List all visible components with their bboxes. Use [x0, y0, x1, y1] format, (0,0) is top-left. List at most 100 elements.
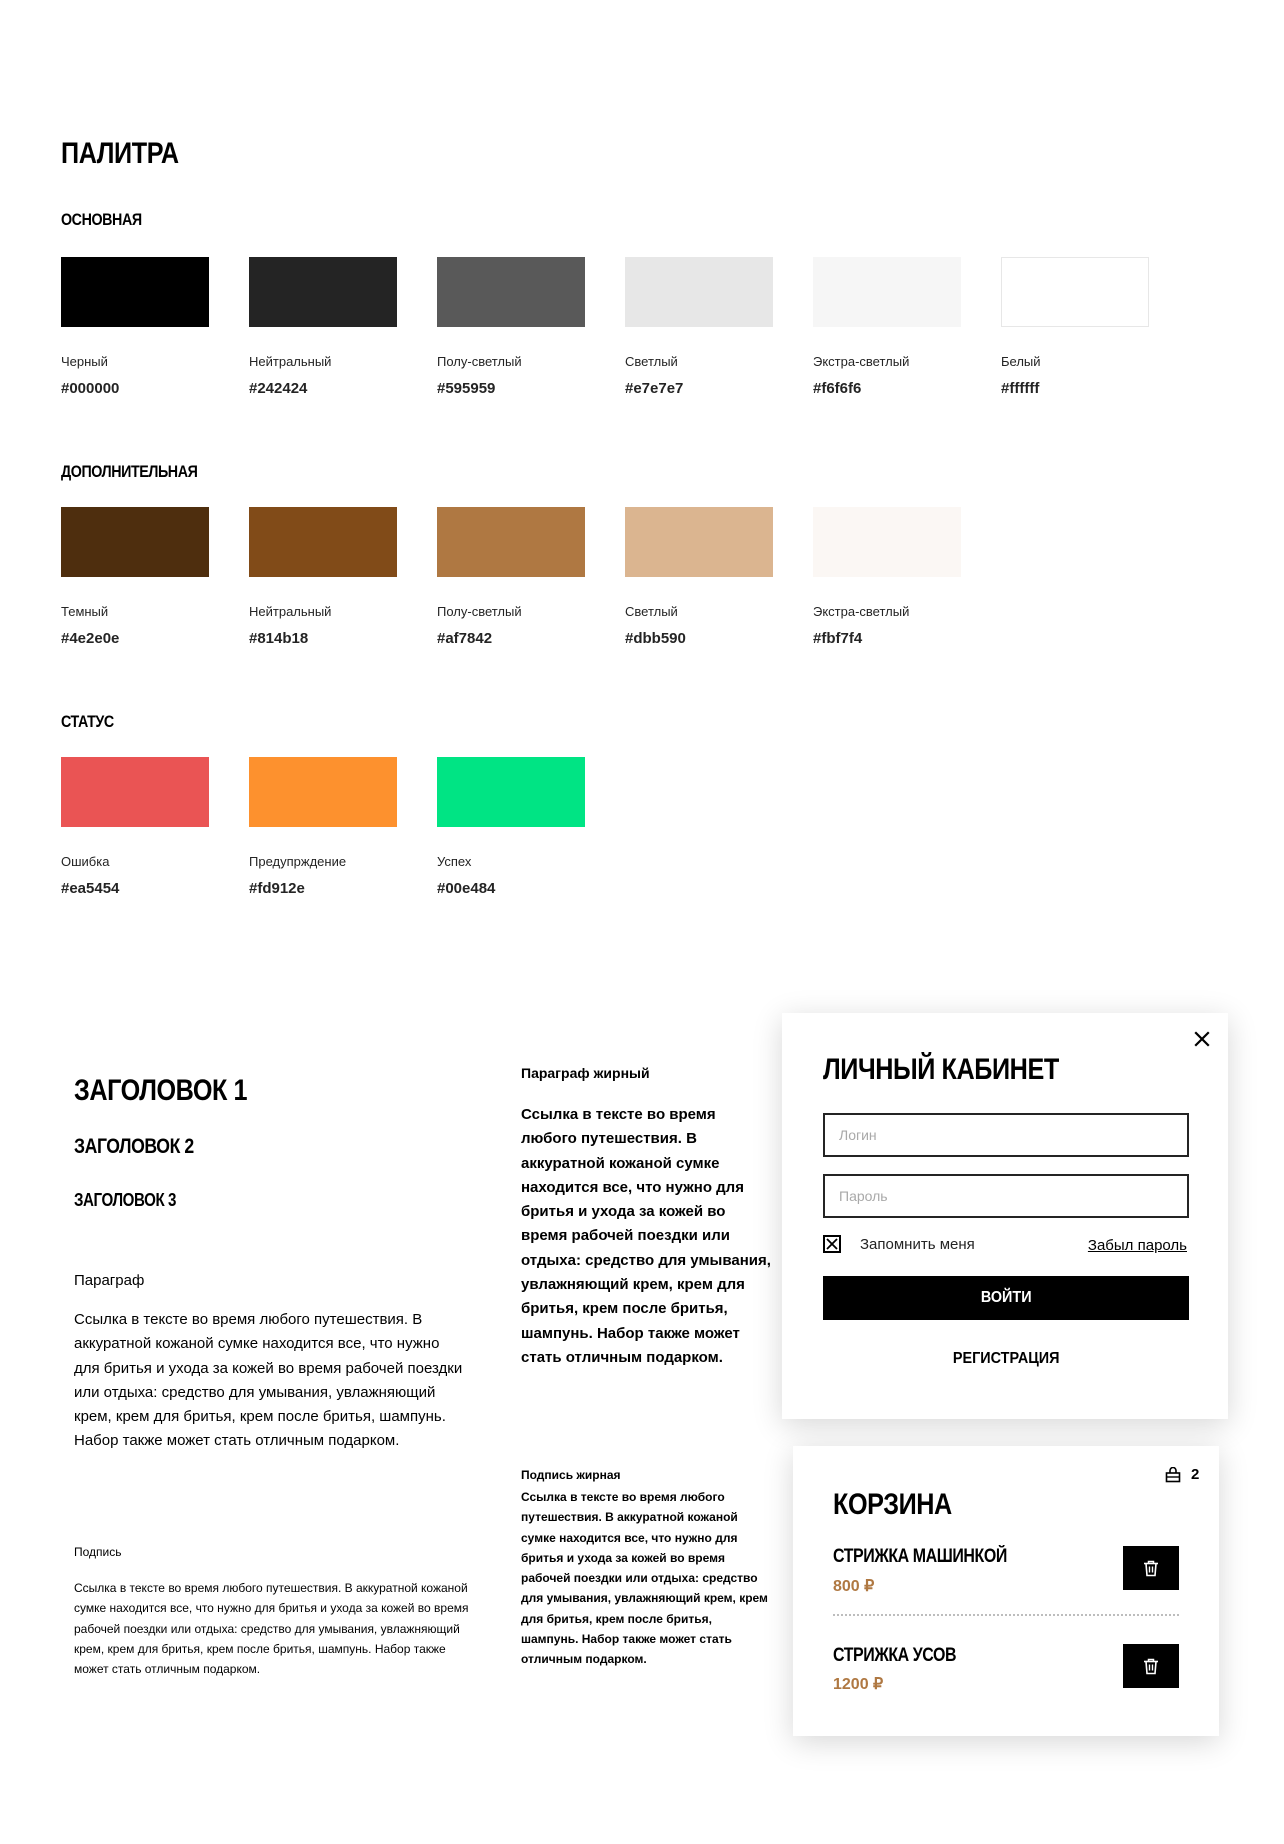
color-swatch: Нейтральный #814b18	[249, 507, 397, 648]
color-swatch: Предупрждение #fd912e	[249, 757, 397, 898]
cart-item-name: Стрижка машинкой	[833, 1546, 1007, 1567]
color-swatch: Темный #4e2e0e	[61, 507, 209, 648]
remember-me-label: Запомнить меня	[860, 1235, 975, 1253]
color-swatch: Полу-светлый #595959	[437, 257, 585, 398]
caption-sample: Ссылка в тексте во время любого путешест…	[74, 1581, 469, 1677]
login-modal: Личный кабинет Запомнить меня Забыл паро…	[782, 1013, 1228, 1419]
heading-2-sample: Заголовок 2	[74, 1135, 194, 1158]
color-swatch-box	[625, 257, 773, 327]
color-swatch-hex: #f6f6f6	[813, 380, 862, 397]
bold-paragraph-sample: Ссылка в тексте во время любого путешест…	[521, 1106, 771, 1366]
login-title: Личный кабинет	[823, 1053, 1059, 1086]
color-swatch-name: Экстра-светлый	[813, 604, 910, 619]
paragraph-label: Параграф	[74, 1272, 145, 1289]
group-title-extra: Дополнительная	[61, 462, 198, 481]
color-swatch-hex: #ffffff	[1001, 380, 1040, 397]
color-swatch-box	[813, 257, 961, 327]
cart-count: 2	[1191, 1466, 1200, 1483]
color-swatch-hex: #814b18	[249, 630, 309, 647]
remember-me-checkbox[interactable]	[823, 1235, 841, 1253]
swatch-row-extra: Темный #4e2e0e Нейтральный #814b18 Полу-свет…	[61, 507, 1001, 648]
color-swatch-name: Светлый	[625, 354, 678, 369]
cart-item-price: 800 ₽	[833, 1578, 875, 1595]
color-swatch: Белый #ffffff	[1001, 257, 1149, 398]
trash-icon	[1144, 1658, 1158, 1674]
color-swatch-name: Предупрждение	[249, 854, 347, 869]
color-swatch: Экстра-светлый #fbf7f4	[813, 507, 961, 648]
paragraph-sample: Ссылка в тексте во время любого путешест…	[74, 1311, 463, 1450]
color-swatch: Светлый #e7e7e7	[625, 257, 773, 398]
basket-icon	[1165, 1466, 1181, 1482]
color-swatch-hex: #e7e7e7	[625, 380, 684, 397]
color-swatch: Нейтральный #242424	[249, 257, 397, 398]
bold-paragraph-label: Параграф жирный	[521, 1065, 650, 1081]
color-swatch-name: Полу-светлый	[437, 354, 522, 369]
bold-caption-sample: Ссылка в тексте во время любого путешест…	[521, 1490, 768, 1667]
cart-title: Корзина	[833, 1488, 952, 1521]
cart-count-badge[interactable]: 2	[1165, 1466, 1199, 1483]
color-swatch-hex: #dbb590	[625, 630, 686, 647]
login-button[interactable]: Войти	[823, 1276, 1189, 1320]
group-title-main: Основная	[61, 210, 142, 229]
color-swatch-hex: #00e484	[437, 880, 496, 897]
remember-me-toggle[interactable]: Запомнить меня	[823, 1235, 975, 1253]
group-title-status: Статус	[61, 712, 114, 731]
color-swatch-name: Черный	[61, 354, 108, 369]
color-swatch-name: Светлый	[625, 604, 678, 619]
color-swatch: Успех #00e484	[437, 757, 585, 898]
color-swatch-box	[249, 507, 397, 577]
delete-item-button[interactable]	[1123, 1546, 1179, 1590]
forgot-password-link[interactable]: Забыл пароль	[1088, 1237, 1187, 1254]
color-swatch-name: Темный	[61, 604, 109, 619]
trash-icon	[1144, 1560, 1158, 1576]
bold-caption-label: Подпись жирная	[521, 1468, 621, 1482]
color-swatch-box	[61, 257, 209, 327]
color-swatch-box	[437, 757, 585, 827]
caption-label: Подпись	[74, 1545, 122, 1559]
color-swatch-hex: #242424	[249, 380, 308, 397]
register-button[interactable]: Регистрация	[823, 1344, 1189, 1374]
cart-widget: 2 Корзина Стрижка машинкой 800 ₽ Стрижка…	[793, 1446, 1219, 1736]
color-swatch-hex: #fd912e	[249, 880, 305, 897]
color-swatch: Экстра-светлый #f6f6f6	[813, 257, 961, 398]
login-button-label: Войти	[980, 1289, 1032, 1306]
color-swatch-box	[61, 757, 209, 827]
color-swatch: Ошибка #ea5454	[61, 757, 209, 898]
color-swatch-hex: #fbf7f4	[813, 630, 863, 647]
color-swatch-hex: #000000	[61, 380, 120, 397]
color-swatch-box	[437, 257, 585, 327]
color-swatch-box	[437, 507, 585, 577]
color-swatch-box	[625, 507, 773, 577]
color-swatch-name: Успех	[437, 854, 472, 869]
color-swatch-hex: #595959	[437, 380, 496, 397]
color-swatch-name: Экстра-светлый	[813, 354, 910, 369]
login-input[interactable]	[823, 1113, 1189, 1157]
cart-item-price: 1200 ₽	[833, 1676, 884, 1693]
color-swatch-name: Нейтральный	[249, 604, 332, 619]
color-swatch: Полу-светлый #af7842	[437, 507, 585, 648]
color-swatch-name: Нейтральный	[249, 354, 332, 369]
color-swatch: Светлый #dbb590	[625, 507, 773, 648]
swatch-row-status: Ошибка #ea5454 Предупрждение #fd912e Успех #0…	[61, 757, 625, 898]
color-swatch-box	[813, 507, 961, 577]
color-swatch-box	[61, 507, 209, 577]
color-swatch-name: Ошибка	[61, 854, 110, 869]
heading-3-sample: Заголовок 3	[74, 1190, 177, 1210]
color-swatch: Черный #000000	[61, 257, 209, 398]
color-swatch-hex: #4e2e0e	[61, 630, 120, 647]
color-swatch-name: Полу-светлый	[437, 604, 522, 619]
color-swatch-box	[249, 257, 397, 327]
heading-1-sample: Заголовок 1	[74, 1074, 248, 1107]
color-swatch-hex: #ea5454	[61, 880, 120, 897]
password-input[interactable]	[823, 1174, 1189, 1218]
palette-title: Палитра	[61, 137, 179, 170]
swatch-row-main: Черный #000000 Нейтральный #242424 Полу-свет…	[61, 257, 1189, 398]
color-swatch-box	[249, 757, 397, 827]
color-swatch-box	[1001, 257, 1149, 327]
cart-item-name: Стрижка усов	[833, 1645, 957, 1666]
color-swatch-name: Белый	[1001, 354, 1041, 369]
register-button-label: Регистрация	[952, 1350, 1060, 1367]
close-icon[interactable]	[1190, 1027, 1214, 1051]
cart-divider	[833, 1614, 1179, 1616]
delete-item-button[interactable]	[1123, 1644, 1179, 1688]
